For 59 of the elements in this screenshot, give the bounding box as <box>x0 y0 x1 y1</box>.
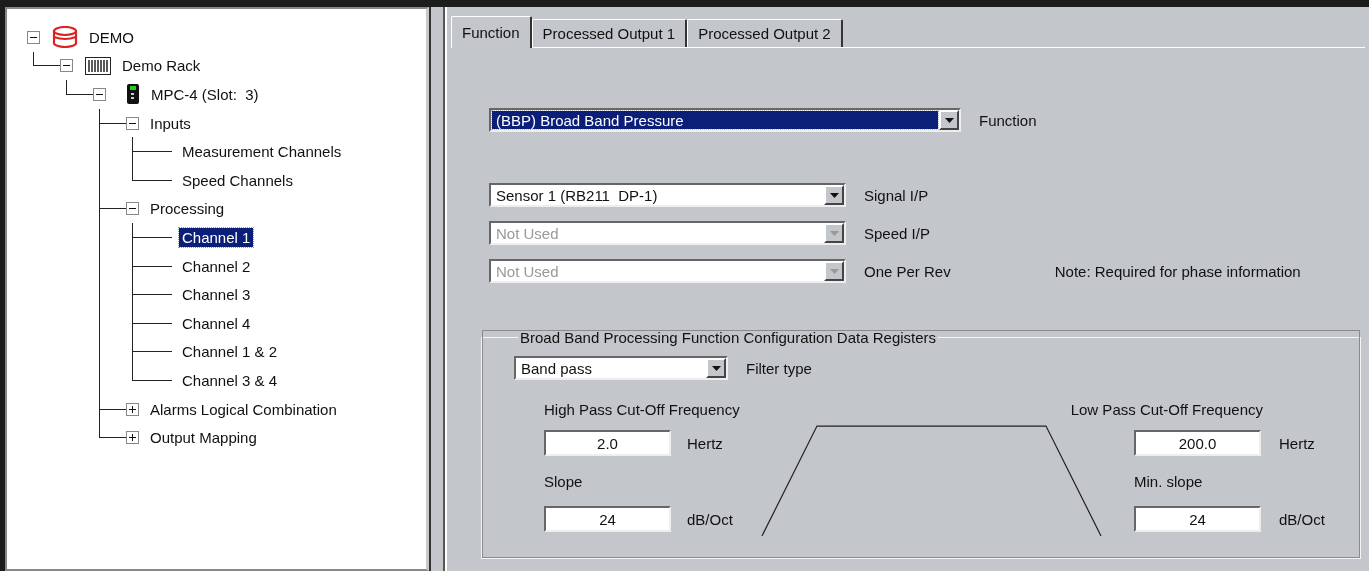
dropdown-button[interactable] <box>939 110 959 130</box>
field-label: High Pass Cut-Off Frequency <box>544 400 741 418</box>
tree-item[interactable]: DEMO <box>86 27 137 47</box>
caret-icon <box>829 230 839 236</box>
input-field[interactable]: 2.0 <box>544 430 671 456</box>
caret-icon <box>829 268 839 274</box>
collapse-icon[interactable] <box>126 116 139 130</box>
unit-label: Hertz <box>1278 434 1316 452</box>
dropdown[interactable]: Sensor 1 (RB211 DP-1) <box>489 183 846 207</box>
tree-item[interactable]: Channel 4 <box>179 313 254 333</box>
tree-item[interactable]: Channel 1 & 2 <box>179 342 281 362</box>
tree-item[interactable]: Channel 3 & 4 <box>179 370 281 390</box>
tab[interactable]: Function <box>451 16 532 48</box>
unit-label: dB/Oct <box>686 510 734 528</box>
collapse-icon[interactable] <box>27 30 40 44</box>
caret-icon <box>944 117 954 123</box>
group-title: Broad Band Processing Function Configuration Data Registers <box>519 329 938 346</box>
tree-item[interactable]: Output Mapping <box>147 428 260 448</box>
collapse-icon[interactable] <box>60 59 73 73</box>
tree-item[interactable]: Measurement Channels <box>179 142 345 162</box>
caret-icon <box>829 192 839 198</box>
database-icon <box>52 26 78 49</box>
note-text: Note: Required for phase information <box>1054 262 1301 280</box>
collapse-icon[interactable] <box>126 202 139 216</box>
collapse-icon[interactable] <box>93 88 106 101</box>
module-icon <box>126 83 140 106</box>
tab[interactable]: Processed Output 1 <box>531 19 688 47</box>
tree-item[interactable]: Inputs <box>147 113 194 133</box>
field-label: Slope <box>544 472 584 490</box>
tab[interactable]: Processed Output 2 <box>687 19 843 47</box>
input-field[interactable]: 24 <box>544 506 671 532</box>
splitter[interactable] <box>429 7 445 571</box>
caret-icon <box>711 365 721 371</box>
field-label: Signal I/P <box>864 186 929 204</box>
unit-label: Hertz <box>686 434 724 452</box>
dropdown-button[interactable] <box>706 358 726 378</box>
tree-item[interactable]: MPC-4 (Slot: 3) <box>148 85 262 104</box>
field-label: One Per Rev <box>864 262 951 280</box>
field-label: Low Pass Cut-Off Frequency <box>1070 400 1263 418</box>
unit-label: dB/Oct <box>1278 510 1326 528</box>
tree-item[interactable]: Channel 2 <box>179 256 254 276</box>
tree-item[interactable]: Demo Rack <box>119 56 204 76</box>
tree-item[interactable]: Speed Channels <box>179 170 296 190</box>
rack-icon <box>85 56 111 75</box>
field-label: Function <box>979 111 1037 129</box>
dropdown-button[interactable] <box>824 185 844 205</box>
input-field[interactable]: 200.0 <box>1134 430 1261 456</box>
tree-item[interactable]: Processing <box>147 199 228 219</box>
field-label: Min. slope <box>1134 472 1204 490</box>
dropdown[interactable]: (BBP) Broad Band Pressure <box>489 108 961 132</box>
dropdown[interactable]: Band pass <box>514 356 728 380</box>
expand-icon[interactable] <box>126 431 139 445</box>
input-field[interactable]: 24 <box>1134 506 1261 532</box>
tree-item[interactable]: Channel 3 <box>179 285 254 305</box>
tree-item[interactable]: Channel 1 <box>179 227 254 247</box>
field-label: Filter type <box>746 359 812 377</box>
field-label: Speed I/P <box>864 224 930 242</box>
tree-item[interactable]: Alarms Logical Combination <box>147 399 340 419</box>
expand-icon[interactable] <box>126 402 139 416</box>
